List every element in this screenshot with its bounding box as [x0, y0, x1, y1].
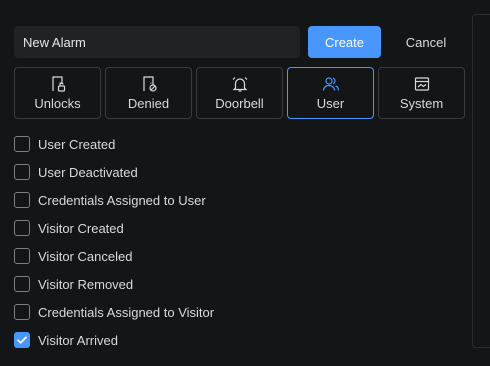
list-item[interactable]: Visitor Created: [14, 214, 214, 242]
tab-denied[interactable]: Denied: [105, 67, 192, 119]
tab-label: Unlocks: [34, 96, 81, 111]
checkbox-label: Credentials Assigned to Visitor: [38, 304, 215, 320]
tab-doorbell[interactable]: Doorbell: [196, 67, 283, 119]
checkbox[interactable]: [14, 136, 30, 152]
window-icon: [413, 75, 431, 93]
list-item[interactable]: User Deactivated: [14, 158, 214, 186]
tab-unlocks[interactable]: Unlocks: [14, 67, 101, 119]
checkbox-label: Visitor Removed: [38, 276, 134, 292]
checkbox-label: Visitor Created: [38, 220, 124, 236]
door-unlock-icon: [49, 75, 67, 93]
checkbox[interactable]: [14, 164, 30, 180]
checkbox[interactable]: [14, 332, 30, 348]
checkbox-label: User Created: [38, 136, 116, 152]
tab-label: System: [399, 96, 444, 111]
checkbox[interactable]: [14, 248, 30, 264]
event-category-tabs: Unlocks Denied Doorbell User System: [14, 67, 465, 119]
list-item[interactable]: Visitor Arrived: [14, 326, 214, 354]
users-icon: [322, 75, 340, 93]
cancel-button[interactable]: Cancel: [390, 26, 462, 58]
create-button[interactable]: Create: [308, 26, 381, 58]
tab-label: Doorbell: [215, 96, 264, 111]
list-item[interactable]: Visitor Canceled: [14, 242, 214, 270]
checkbox[interactable]: [14, 192, 30, 208]
checkbox-label: Visitor Arrived: [38, 332, 118, 348]
checkbox-label: Visitor Canceled: [38, 248, 133, 264]
list-item[interactable]: User Created: [14, 130, 214, 158]
tab-label: User: [316, 96, 345, 111]
tab-label: Denied: [127, 96, 170, 111]
tab-user[interactable]: User: [287, 67, 374, 119]
list-item[interactable]: Credentials Assigned to User: [14, 186, 214, 214]
checkbox[interactable]: [14, 220, 30, 236]
door-denied-icon: [140, 75, 158, 93]
checkmark-icon: [17, 336, 27, 344]
alarm-name-input[interactable]: [14, 26, 300, 58]
event-checkbox-list: User Created User Deactivated Credential…: [14, 130, 214, 354]
checkbox[interactable]: [14, 304, 30, 320]
checkbox-label: User Deactivated: [38, 164, 138, 180]
tab-system[interactable]: System: [378, 67, 465, 119]
list-item[interactable]: Credentials Assigned to Visitor: [14, 298, 214, 326]
checkbox-label: Credentials Assigned to User: [38, 192, 206, 208]
checkbox[interactable]: [14, 276, 30, 292]
bell-icon: [231, 75, 249, 93]
alarm-form-row: Create Cancel: [14, 26, 446, 58]
side-panel: [472, 14, 490, 348]
list-item[interactable]: Visitor Removed: [14, 270, 214, 298]
